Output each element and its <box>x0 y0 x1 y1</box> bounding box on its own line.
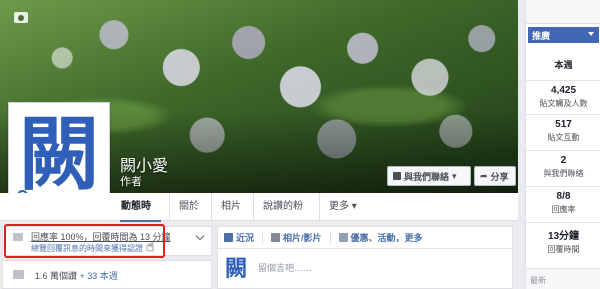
share-arrow-icon: ➦ <box>480 170 488 181</box>
stat-contact-value: 2 <box>560 155 567 166</box>
calendar-icon <box>338 233 348 242</box>
divider <box>329 231 331 244</box>
stat-response-rate[interactable]: 8/8 回應率 <box>526 186 600 222</box>
composer-tab-photo-label: 相片/影片 <box>283 233 322 243</box>
promote-label: 推廣 <box>532 30 551 41</box>
chevron-down-icon[interactable] <box>195 231 205 241</box>
profile-picture[interactable]: 闕 <box>8 102 110 206</box>
envelope-icon <box>393 172 401 180</box>
hand-cursor-icon: ☝ <box>146 238 155 254</box>
stat-reach-value: 4,425 <box>550 85 577 96</box>
stat-response-rate-label: 回應率 <box>551 205 576 214</box>
recent-heading: 最新 <box>530 276 546 285</box>
stat-contact[interactable]: 2 與我們聯絡 <box>526 150 600 186</box>
tab-more-label: 更多 <box>329 201 349 212</box>
tab-likes[interactable]: 說讚的粉絲 <box>254 193 320 240</box>
page-category: 作者 <box>120 176 142 188</box>
page-tab-bar: 動態時報 關於 相片 說讚的粉絲 更多 ▾ <box>0 193 518 240</box>
composer-tab-status-label: 近況 <box>236 233 255 243</box>
tab-timeline[interactable]: 動態時報 <box>112 193 170 240</box>
sidebar-header-bar <box>526 0 600 24</box>
pencil-icon <box>224 233 233 242</box>
profile-avatar-glyph: 闕 <box>19 107 99 201</box>
contact-us-label: 與我們聯絡 <box>404 171 450 182</box>
tab-about[interactable]: 關於 <box>170 193 212 221</box>
stat-response-time-label: 回覆時間 <box>547 245 580 254</box>
likes-summary: 1.6 萬個讚 + 33 本週 <box>35 269 118 282</box>
likes-week-delta[interactable]: + 33 本週 <box>80 271 118 281</box>
tab-more[interactable]: 更多 ▾ <box>320 193 366 221</box>
photo-icon <box>271 233 281 242</box>
stat-reach[interactable]: 4,425 貼文觸及人數 <box>526 80 600 114</box>
caret-down-icon <box>588 32 594 36</box>
composer-tabs: 近況 相片/影片 優惠、活動，更多 <box>218 227 512 249</box>
composer-tab-event[interactable]: 優惠、活動，更多 <box>338 231 423 244</box>
tab-photos[interactable]: 相片 <box>212 193 254 221</box>
promote-button[interactable]: 推廣 <box>528 27 599 43</box>
likes-card: 1.6 萬個讚 + 33 本週 <box>2 260 212 289</box>
chevron-down-icon: ▾ <box>452 170 457 181</box>
contact-us-button[interactable]: 與我們聯絡 ▾ <box>387 166 471 186</box>
composer-tab-photo[interactable]: 相片/影片 <box>271 231 322 244</box>
stat-contact-label: 與我們聯絡 <box>543 169 584 178</box>
highlight-box <box>4 224 165 258</box>
post-composer: 近況 相片/影片 優惠、活動，更多 闕 留個言吧…… <box>217 226 513 289</box>
stat-response-rate-value: 8/8 <box>556 191 571 202</box>
composer-input[interactable]: 留個言吧…… <box>258 261 312 274</box>
thumbs-up-icon <box>13 270 24 279</box>
stat-engagement-value: 517 <box>555 119 572 130</box>
camera-icon[interactable] <box>14 12 28 23</box>
week-heading: 本週 <box>554 60 573 70</box>
stat-engagement-label: 貼文互動 <box>547 133 580 142</box>
stat-response-time-value: 13分鐘 <box>547 231 580 242</box>
composer-tab-event-label: 優惠、活動，更多 <box>350 233 423 243</box>
divider <box>262 231 264 244</box>
composer-tab-status[interactable]: 近況 <box>224 231 254 244</box>
insights-sidebar: 推廣 本週 4,425 貼文觸及人數 517 貼文互動 2 與我們聯絡 8/8 … <box>525 0 600 289</box>
composer-avatar: 闕 <box>224 256 247 282</box>
sidebar-recent-section: 最新 <box>526 268 600 289</box>
stat-engagement[interactable]: 517 貼文互動 <box>526 114 600 150</box>
share-button[interactable]: ➦ 分享 <box>474 166 516 186</box>
stat-reach-label: 貼文觸及人數 <box>539 99 588 108</box>
share-label: 分享 <box>490 171 509 182</box>
likes-count: 1.6 萬個讚 <box>35 271 78 281</box>
stat-response-time[interactable]: 13分鐘 回覆時間 <box>526 222 600 258</box>
